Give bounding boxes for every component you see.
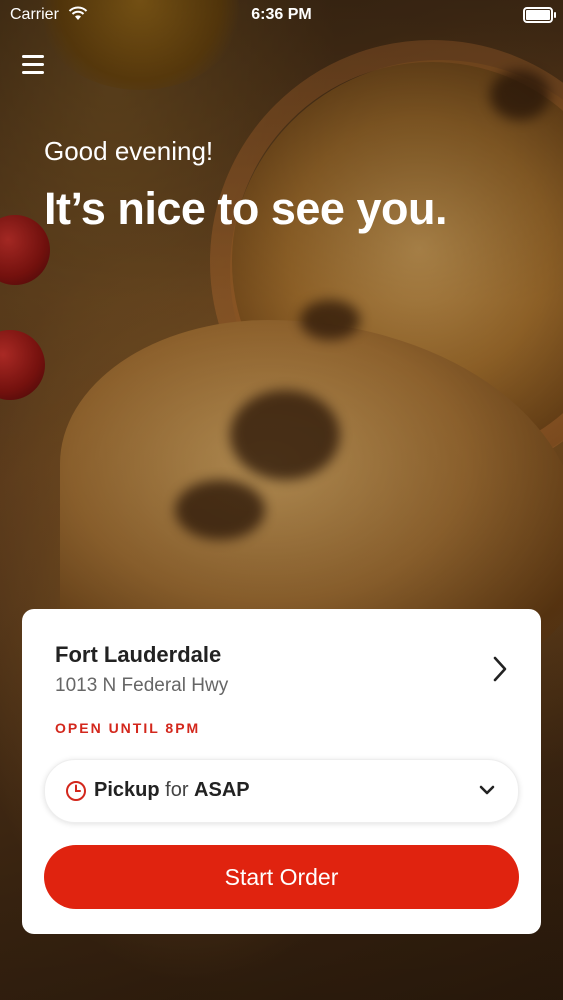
pickup-connector: for — [165, 779, 189, 801]
pickup-time: ASAP — [194, 779, 250, 801]
clock-icon — [66, 781, 86, 801]
hamburger-menu-icon[interactable] — [22, 52, 46, 76]
battery-icon — [523, 7, 556, 23]
location-city: Fort Lauderdale — [55, 642, 222, 667]
pickup-summary: Pickup for ASAP — [94, 779, 250, 802]
greeting-text: Good evening! — [44, 136, 214, 166]
pickup-mode: Pickup — [94, 779, 160, 801]
location-selector[interactable]: Fort Lauderdale 1013 N Federal Hwy — [22, 609, 541, 719]
location-address: 1013 N Federal Hwy — [55, 675, 229, 696]
start-order-button[interactable]: Start Order — [44, 845, 519, 909]
chevron-down-icon — [479, 785, 495, 795]
location-card: Fort Lauderdale 1013 N Federal Hwy OPEN … — [22, 609, 541, 934]
chevron-right-icon — [493, 656, 507, 682]
headline-text: It’s nice to see you. — [44, 183, 447, 234]
status-bar: Carrier 6:36 PM — [0, 0, 563, 30]
hours-status: OPEN UNTIL 8PM — [55, 720, 201, 736]
status-time: 6:36 PM — [251, 6, 312, 23]
pickup-time-selector[interactable]: Pickup for ASAP — [44, 759, 519, 823]
